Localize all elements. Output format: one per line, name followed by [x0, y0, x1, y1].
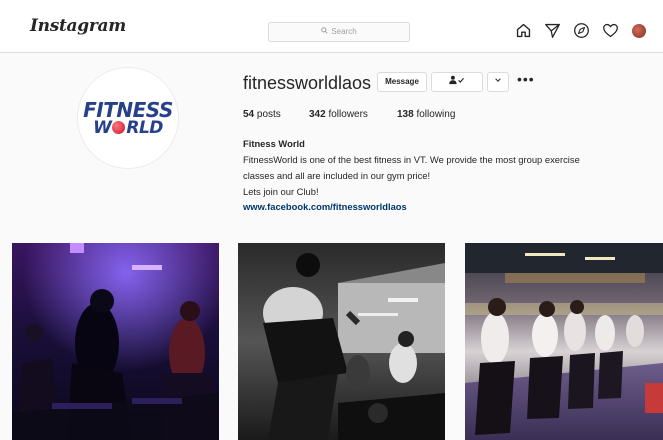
activity-heart-icon[interactable]: [602, 22, 619, 40]
brand-logo-w: W: [93, 118, 112, 138]
ball-icon: [112, 121, 126, 134]
bio-full-name: Fitness World: [243, 138, 305, 149]
bio-website-link[interactable]: www.facebook.com/fitnessworldlaos: [243, 199, 407, 215]
bio-line-2: classes and all are included in our gym …: [243, 170, 431, 181]
spin-class-bw-photo: [238, 243, 445, 440]
top-navigation-bar: Instagram Search: [0, 0, 663, 53]
bio-line-3: Lets join our Club!: [243, 186, 319, 197]
posts-count: 54: [243, 109, 255, 120]
message-button[interactable]: Message: [377, 72, 427, 92]
posts-label: posts: [256, 109, 281, 120]
post-thumbnail-3[interactable]: [465, 243, 663, 440]
spin-class-purple-photo: [12, 243, 219, 440]
profile-picture[interactable]: FITNESS W RLD: [78, 68, 178, 168]
posts-stat: 54 posts: [243, 109, 281, 120]
more-options-button[interactable]: •••: [517, 71, 535, 87]
followers-count: 342: [309, 109, 326, 120]
brand-logo-line2: W RLD: [78, 118, 178, 138]
instagram-logo[interactable]: Instagram: [30, 16, 126, 36]
spin-class-studio-photo: [465, 243, 663, 440]
search-placeholder: Search: [331, 27, 357, 36]
bio-line-1: FitnessWorld is one of the best fitness …: [243, 154, 580, 165]
brand-logo-rld: RLD: [126, 118, 163, 138]
home-icon[interactable]: [515, 22, 532, 40]
profile-username: fitnessworldlaos: [243, 73, 372, 93]
followers-label: followers: [328, 109, 368, 120]
explore-icon[interactable]: [573, 22, 590, 40]
direct-icon[interactable]: [544, 22, 561, 40]
post-thumbnail-2[interactable]: [238, 243, 445, 440]
following-button[interactable]: [431, 72, 483, 92]
following-stat[interactable]: 138 following: [397, 109, 455, 120]
following-count: 138: [397, 109, 414, 120]
suggested-dropdown-button[interactable]: [487, 72, 509, 92]
post-thumbnail-1[interactable]: [12, 243, 219, 440]
followers-stat[interactable]: 342 followers: [309, 109, 368, 120]
profile-avatar-icon[interactable]: [632, 24, 646, 38]
search-input[interactable]: Search: [268, 22, 410, 42]
following-label: following: [416, 109, 456, 120]
person-check-icon: [449, 75, 464, 85]
chevron-down-icon: [495, 78, 501, 82]
search-icon: [321, 23, 328, 41]
